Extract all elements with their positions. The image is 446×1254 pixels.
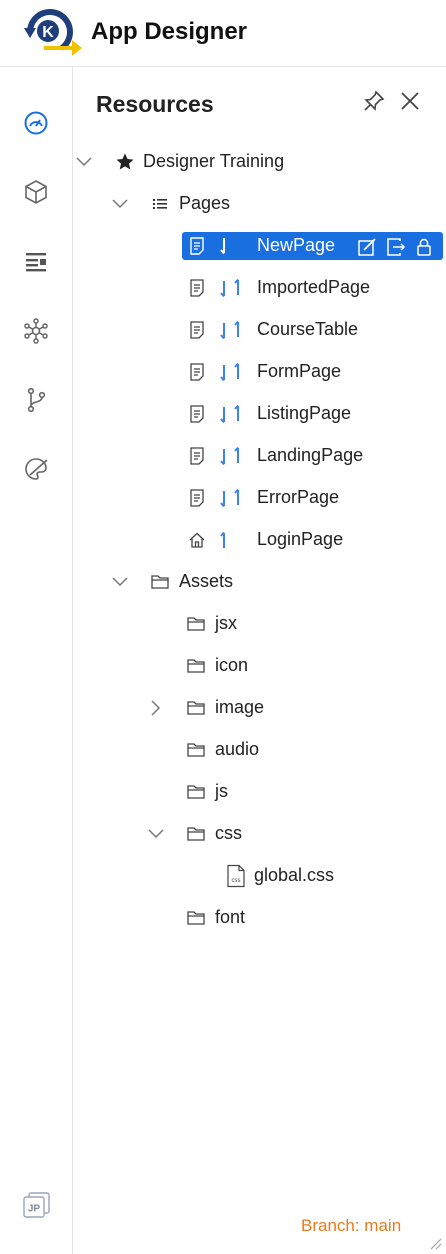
tree-root-label[interactable]: Designer Training [143,151,284,172]
sync-arrows-icon [220,404,239,424]
pin-icon[interactable] [362,89,386,113]
page-label: FormPage [257,361,342,381]
folder-label: icon [215,655,249,675]
page-doc-icon [190,321,204,339]
app-title: App Designer [91,18,248,45]
svg-text:JP: JP [28,1204,41,1215]
sync-arrows-icon [220,446,239,466]
resize-grip-icon[interactable] [430,1238,442,1250]
arrow-up-icon [220,531,225,548]
language-jp-icon[interactable]: JP [20,1189,52,1221]
svg-text:css: css [232,878,241,884]
git-branch-icon[interactable] [20,384,52,416]
sync-arrows-icon [220,278,239,298]
branch-indicator[interactable]: Branch: main [301,1216,401,1236]
star-icon [116,153,134,170]
sync-arrows-icon [220,320,239,340]
folder-icon [187,701,205,715]
folder-icon [187,785,205,799]
page-doc-icon [190,447,204,465]
page-label: ImportedPage [257,277,371,297]
palette-brush-icon[interactable] [20,453,52,485]
assets-folder-label[interactable]: Assets [179,571,233,592]
chevron-right-icon[interactable] [146,698,166,718]
sync-arrows-icon [220,488,239,508]
folder-label: image [215,697,265,717]
arrow-down-icon [220,238,225,255]
chevron-down-icon[interactable] [74,152,94,172]
page-doc-icon [190,489,204,507]
cube-icon[interactable] [20,176,52,208]
css-file-icon: css [227,864,245,888]
chevron-down-icon[interactable] [110,572,130,592]
folder-icon [187,911,205,925]
network-graph-icon[interactable] [20,315,52,347]
app-header: K App Designer [0,0,446,67]
page-label: LoginPage [257,529,344,549]
folder-icon [187,743,205,757]
page-label: NewPage [257,235,336,255]
edit-icon[interactable] [357,237,377,257]
page-label: LandingPage [257,445,364,465]
chevron-down-icon[interactable] [110,194,130,214]
chevron-down-icon[interactable] [146,824,166,844]
file-label: global.css [254,865,335,885]
page-doc-icon [190,405,204,423]
page-doc-icon [190,363,204,381]
pages-folder-label[interactable]: Pages [179,193,230,214]
folder-label: js [215,781,228,801]
folder-label: audio [215,739,260,759]
folder-icon [151,575,169,589]
dashboard-gauge-icon[interactable] [20,107,52,139]
folder-icon [187,659,205,673]
sync-arrows-icon [220,362,239,382]
home-icon [189,532,205,548]
folder-label: css [215,823,242,843]
page-label: ListingPage [257,403,352,423]
page-doc-icon [190,279,204,297]
panel-title: Resources [96,91,214,117]
folder-label: font [215,907,246,927]
lock-icon[interactable] [415,237,433,257]
page-doc-icon [190,237,204,255]
layout-list-icon[interactable] [20,246,52,278]
folder-icon [187,827,205,841]
page-label: ErrorPage [257,487,340,507]
app-logo: K [24,9,82,56]
export-icon[interactable] [386,237,406,257]
svg-text:K: K [42,24,54,41]
page-label: CourseTable [257,319,359,339]
folder-icon [187,617,205,631]
list-icon [153,199,167,209]
close-icon[interactable] [398,89,422,113]
folder-label: jsx [215,613,237,633]
activity-rail: JP [0,67,73,1254]
